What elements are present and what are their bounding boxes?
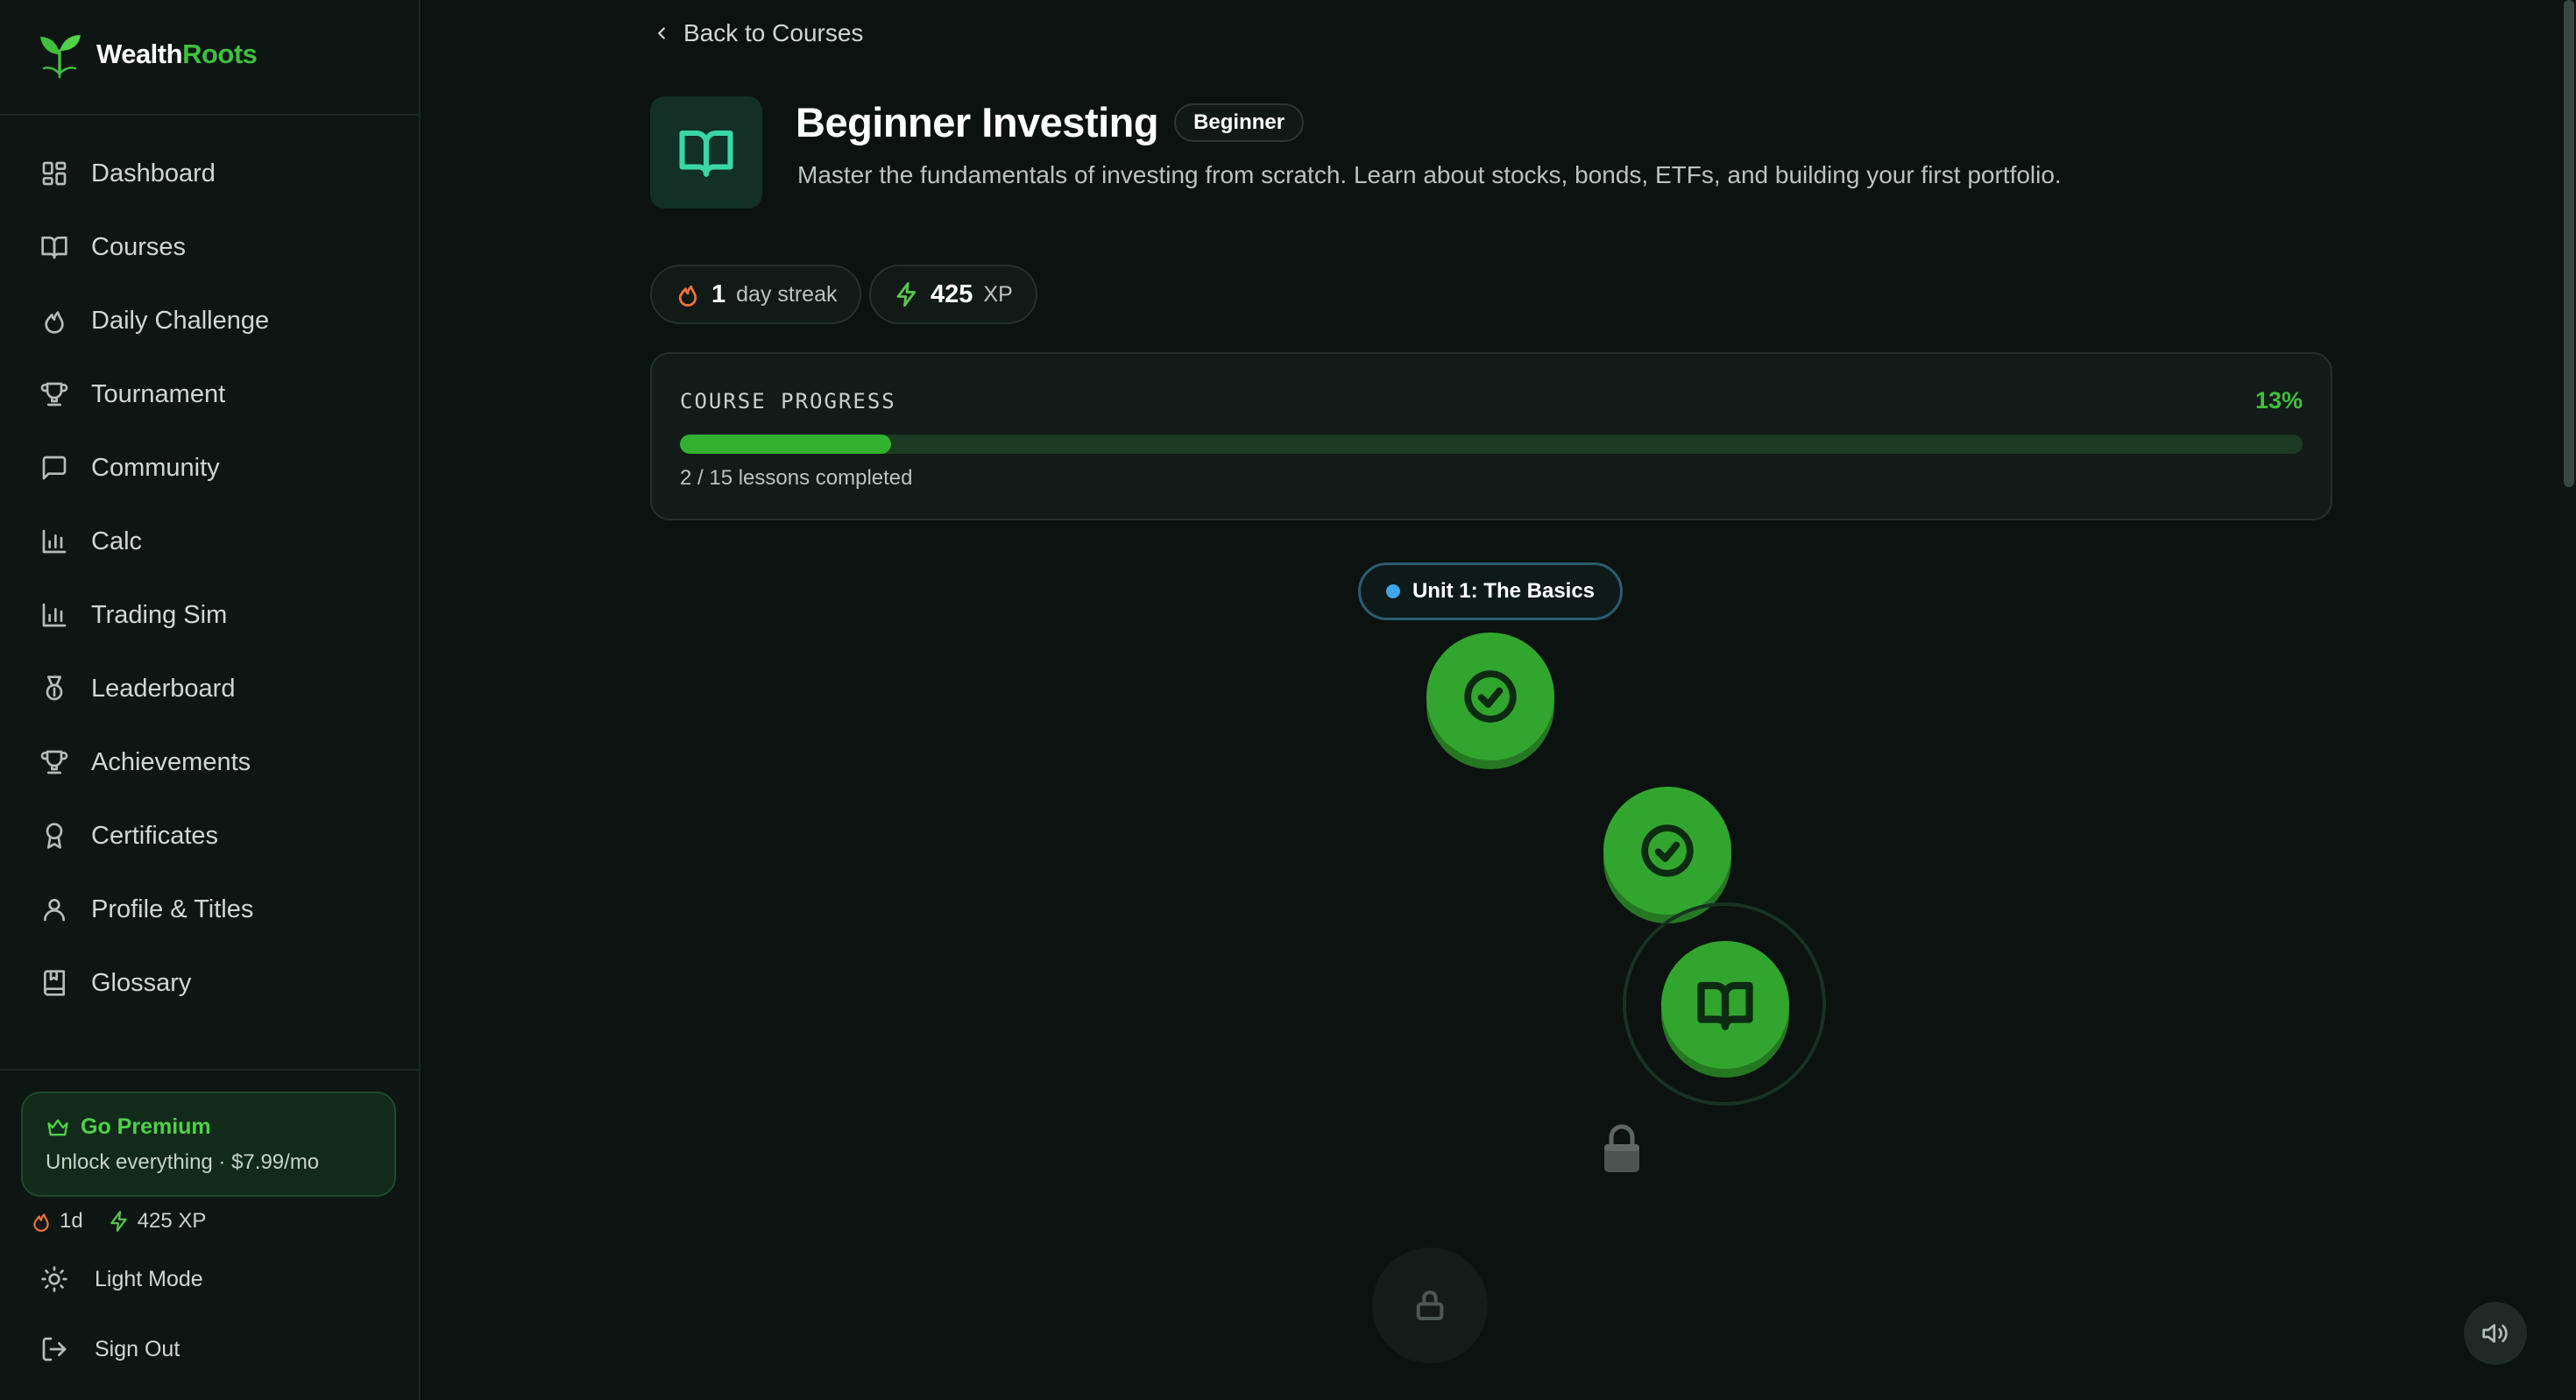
progress-label: COURSE PROGRESS [680,389,896,414]
streak-pill: 1 day streak [650,265,862,324]
bolt-icon [110,1211,127,1232]
level-badge: Beginner [1174,103,1305,142]
lessons-completed-count: 2 / 15 lessons completed [680,466,913,490]
bookmark-book-icon [44,970,65,996]
sidebar-item-profile-titles[interactable]: Profile & Titles [0,873,419,946]
xp-stat: 425 XP [108,1209,206,1234]
sidebar-item-label: Tournament [91,379,226,408]
unit-status-dot [1385,584,1400,598]
sidebar-item-label: Community [91,453,220,482]
page-title: Beginner Investing [796,99,1159,145]
sidebar-item-leaderboard[interactable]: Leaderboard [0,652,419,725]
sidebar-item-label: Profile & Titles [91,894,254,923]
sidebar-item-courses[interactable]: Courses [0,210,419,284]
sidebar-item-label: Leaderboard [91,674,236,703]
sidebar-item-label: Certificates [91,821,219,850]
sidebar-item-label: Courses [91,232,186,261]
premium-title: Go Premium [46,1114,372,1140]
sidebar-item-community[interactable]: Community [0,431,419,505]
grid-icon [42,161,67,186]
lesson-node-locked[interactable] [1372,1248,1488,1363]
sprout-logo-icon [40,35,81,79]
bar-chart-icon [42,603,67,627]
sidebar-item-glossary[interactable]: Glossary [0,946,419,1020]
chevron-left-icon [658,27,665,39]
speaker-icon [2482,1324,2508,1343]
xp-unit: XP [983,281,1013,307]
sidebar: WealthRoots Dashboard Courses Daily Chal… [0,0,421,1400]
xp-value: 425 [931,279,973,308]
sidebar-item-certificates[interactable]: Certificates [0,799,419,873]
sign-out-button[interactable]: Sign Out [40,1335,180,1363]
sign-out-icon [42,1337,67,1361]
streak-stat: 1d [30,1209,83,1234]
unit-badge[interactable]: Unit 1: The Basics [1358,562,1623,620]
sidebar-stats: 1d 425 XP [30,1209,206,1234]
sidebar-item-trading-sim[interactable]: Trading Sim [0,578,419,652]
lesson-node-current[interactable] [1661,941,1789,1069]
chat-icon [42,456,67,480]
trophy-icon [40,750,68,774]
bolt-icon [896,282,916,307]
streak-value: 1 [711,279,726,308]
sidebar-item-label: Glossary [91,968,192,997]
logo[interactable]: WealthRoots [35,30,258,79]
book-icon [679,130,733,177]
book-icon [41,237,67,259]
go-premium-card[interactable]: Go Premium Unlock everything · $7.99/mo [21,1092,396,1197]
lesson-node-completed-2[interactable] [1603,787,1731,915]
check-circle-icon [1641,824,1694,877]
flame-icon [45,311,64,334]
flame-icon [678,285,697,307]
progress-bar [680,435,2303,454]
bar-chart-icon [42,529,67,554]
sun-icon [41,1266,67,1292]
sidebar-item-label: Achievements [91,747,251,776]
xp-pill: 425 XP [869,265,1037,324]
sidebar-nav: Dashboard Courses Daily Challenge Tourna… [0,137,419,1020]
lesson-node-completed-1[interactable] [1426,633,1554,760]
award-icon [46,823,63,849]
sound-toggle-button[interactable] [2464,1302,2527,1365]
check-circle-icon [1464,670,1517,723]
trophy-icon [40,382,68,407]
sidebar-item-achievements[interactable]: Achievements [0,725,419,799]
sidebar-item-label: Calc [91,527,143,555]
course-icon-tile [650,96,762,209]
sidebar-item-tournament[interactable]: Tournament [0,357,419,431]
sidebar-item-label: Trading Sim [91,600,228,629]
sidebar-item-dashboard[interactable]: Dashboard [0,137,419,210]
course-description: Master the fundamentals of investing fro… [797,161,2062,188]
streak-unit: day streak [736,281,838,307]
logo-text: WealthRoots [96,39,258,69]
flame-icon [33,1213,49,1232]
light-mode-toggle[interactable]: Light Mode [40,1265,203,1293]
user-icon [44,899,65,922]
page-scrollbar[interactable] [2560,0,2576,1400]
sidebar-divider-top [0,114,419,116]
course-title-row: Beginner Investing Beginner [796,98,1305,146]
scrollbar-thumb[interactable] [2564,0,2574,487]
course-progress-card: COURSE PROGRESS 13% 2 / 15 lessons compl… [650,352,2332,520]
back-to-courses-link[interactable]: Back to Courses [652,19,863,47]
sidebar-item-daily-challenge[interactable]: Daily Challenge [0,284,419,357]
progress-bar-fill [680,435,891,454]
progress-percent: 13% [2254,387,2303,414]
lock-icon [1416,1290,1444,1320]
medal-icon [46,675,63,701]
premium-subtitle: Unlock everything · $7.99/mo [46,1150,320,1174]
sidebar-divider-bottom [0,1069,419,1071]
app-root: WealthRoots Dashboard Courses Daily Chal… [0,0,2576,1400]
sidebar-item-label: Daily Challenge [91,306,270,335]
lock-icon [1600,1121,1644,1174]
sidebar-item-label: Dashboard [91,159,216,187]
crown-icon [47,1119,68,1135]
sidebar-item-calc[interactable]: Calc [0,505,419,578]
book-icon [1697,981,1753,1030]
